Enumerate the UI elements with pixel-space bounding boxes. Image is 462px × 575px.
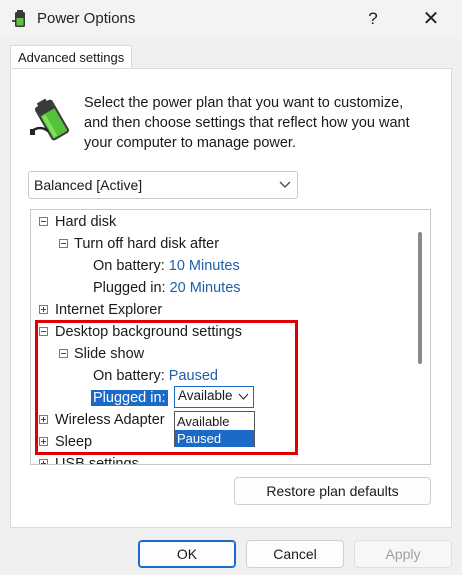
tree-item-hard-disk[interactable]: Hard disk xyxy=(55,211,116,233)
hdd-on-battery-value[interactable]: 10 Minutes xyxy=(169,258,240,274)
expand-icon[interactable] xyxy=(39,305,48,314)
tree-item-hdd-plugged-in[interactable]: Plugged in: 20 Minutes xyxy=(93,277,241,299)
tree-item-turn-off-hard-disk[interactable]: Turn off hard disk after xyxy=(74,233,219,255)
tree-scrollbar[interactable] xyxy=(418,232,422,364)
collapse-icon[interactable] xyxy=(59,239,68,248)
close-button[interactable]: ✕ xyxy=(411,6,451,32)
collapse-icon[interactable] xyxy=(39,217,48,226)
highlight-box xyxy=(35,320,298,455)
restore-plan-defaults-button[interactable]: Restore plan defaults xyxy=(234,477,431,505)
title-bar: Power Options ? ✕ xyxy=(0,0,462,39)
power-options-icon xyxy=(12,10,25,27)
intro-text: Select the power plan that you want to c… xyxy=(84,95,410,151)
apply-button[interactable]: Apply xyxy=(354,540,452,568)
ok-button[interactable]: OK xyxy=(138,540,236,568)
power-plan-select[interactable]: Balanced [Active] xyxy=(28,171,298,199)
cancel-button[interactable]: Cancel xyxy=(246,540,344,568)
tree-item-hdd-on-battery[interactable]: On battery: 10 Minutes xyxy=(93,255,240,277)
chevron-down-icon xyxy=(279,181,291,188)
tab-advanced-settings[interactable]: Advanced settings xyxy=(10,45,133,69)
power-plan-value: Balanced [Active] xyxy=(34,177,143,193)
tab-strip: Advanced settings xyxy=(0,38,462,69)
dialog-footer: OK Cancel Apply xyxy=(0,528,462,575)
hdd-on-battery-label: On battery: xyxy=(93,258,165,274)
power-options-window: Power Options ? ✕ Advanced settings Sele… xyxy=(0,0,462,575)
expand-icon[interactable] xyxy=(39,459,48,464)
hdd-plugged-in-value[interactable]: 20 Minutes xyxy=(170,280,241,296)
battery-icon xyxy=(30,98,70,141)
hdd-plugged-in-label: Plugged in: xyxy=(93,280,166,296)
help-button[interactable]: ? xyxy=(356,6,390,32)
window-title: Power Options xyxy=(37,10,136,27)
tree-item-internet-explorer[interactable]: Internet Explorer xyxy=(55,299,162,321)
